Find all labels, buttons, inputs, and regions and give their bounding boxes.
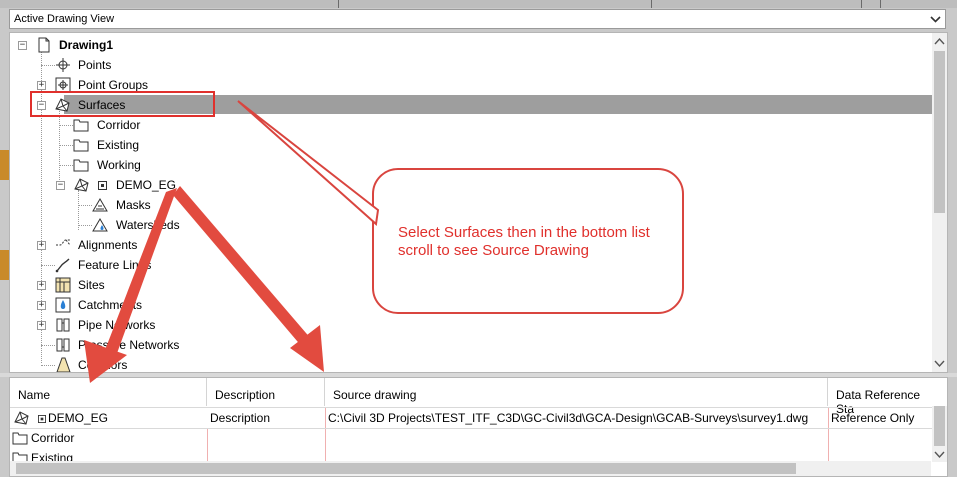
pressure-network-icon [56,338,70,352]
tree-label: Pressure Networks [78,338,180,352]
tree-label: Catchments [78,298,143,312]
cell-source-drawing: C:\Civil 3D Projects\TEST_ITF_C3D\GC-Civ… [328,411,809,425]
collapse-icon[interactable]: − [56,181,65,190]
dropdown-label: Active Drawing View [14,13,115,25]
surface-icon [14,411,29,425]
column-label: Description [215,388,276,402]
tree-label: Sites [78,278,105,292]
corridor-icon [56,357,71,372]
expand-icon[interactable]: + [37,81,46,90]
surfaces-highlight-box [30,91,215,117]
scrollbar-thumb[interactable] [16,463,796,474]
scroll-up-icon[interactable] [934,37,945,46]
callout-text: Select Surfaces then in the bottom list … [398,224,650,259]
tree-vertical-scrollbar[interactable] [932,33,947,372]
folder-icon [12,432,28,445]
cell-name: Corridor [31,431,75,445]
window-top-strip [0,0,957,8]
alignment-icon [56,239,71,246]
folder-icon [73,159,89,172]
surface-icon [74,178,89,192]
left-gutter [0,250,9,280]
tree-label: Watersheds [116,218,180,232]
expand-icon[interactable]: + [37,321,46,330]
list-horizontal-scrollbar[interactable] [10,461,931,476]
scrollbar-thumb[interactable] [934,51,945,213]
item-list-view[interactable]: Name Description Source drawing Data Ref… [9,377,948,477]
list-row-demo-eg[interactable]: DEMO_EG Description C:\Civil 3D Projects… [10,407,934,429]
column-label: Name [18,388,51,402]
expand-icon[interactable]: + [37,301,46,310]
cell-reference-status: Reference Only [831,411,915,425]
cell-description: Description [210,411,271,425]
tree-label: Alignments [78,238,138,252]
drawing-icon [38,37,50,53]
pipe-network-icon [56,318,70,332]
site-icon [55,277,71,293]
tree-label: Working [97,158,141,172]
feature-line-icon [55,258,70,273]
expand-icon[interactable]: + [37,241,46,250]
annotation-callout: Select Surfaces then in the bottom list … [372,168,684,314]
watershed-icon [92,218,108,232]
collapse-icon[interactable]: − [18,41,27,50]
chevron-down-icon[interactable] [928,11,943,27]
tree-label: Masks [116,198,151,212]
cell-name: DEMO_EG [48,411,109,425]
mask-icon [92,198,108,212]
list-vertical-scrollbar[interactable] [932,406,947,462]
folder-icon [73,139,89,152]
active-drawing-view-dropdown[interactable]: Active Drawing View [9,9,946,29]
catchment-icon [55,297,71,313]
column-header-description[interactable]: Description [207,378,325,406]
column-header-source-drawing[interactable]: Source drawing [325,378,828,406]
list-row-corridor[interactable]: Corridor [10,428,934,448]
scrollbar-thumb[interactable] [934,406,945,446]
tree-label: DEMO_EG [116,178,177,192]
scroll-down-icon[interactable] [934,359,945,368]
column-header-name[interactable]: Name [10,378,207,406]
column-label: Source drawing [333,388,417,402]
tree-label: Corridor [97,118,141,132]
folder-icon [73,119,89,132]
points-icon [56,58,70,72]
tree-label: Pipe Networks [78,318,156,332]
tree-label: Existing [97,138,140,152]
scroll-down-icon[interactable] [934,450,945,459]
reference-icon [98,181,107,190]
tree-label: Drawing1 [59,38,114,52]
expand-icon[interactable]: + [37,281,46,290]
column-header-data-reference-status[interactable]: Data Reference Sta [828,378,940,416]
tree-label: Points [78,58,112,72]
tree-label: Corridors [78,358,128,372]
left-gutter [0,150,9,180]
tree-label: Feature Lines [78,258,152,272]
